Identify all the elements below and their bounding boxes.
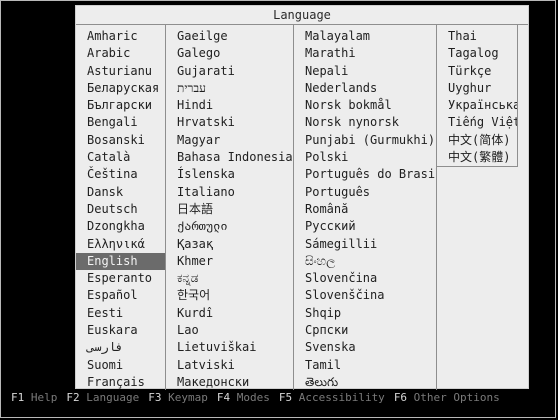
language-option[interactable]: Русский [294, 218, 436, 235]
language-option[interactable]: Malayalam [294, 28, 436, 45]
language-option[interactable]: Čeština [76, 166, 165, 183]
language-option[interactable]: Euskara [76, 322, 165, 339]
language-option[interactable]: Suomi [76, 357, 165, 374]
language-option[interactable]: עברית [166, 80, 293, 97]
language-option[interactable]: Esperanto [76, 270, 165, 287]
language-option[interactable]: 中文(简体) [437, 132, 517, 149]
language-option[interactable]: Bengali [76, 114, 165, 131]
language-option[interactable]: Português do Brasil [294, 166, 436, 183]
language-option[interactable]: Íslenska [166, 166, 293, 183]
language-option[interactable]: Български [76, 97, 165, 114]
language-option[interactable]: Қазақ [166, 236, 293, 253]
language-option[interactable]: Tiếng Việt [437, 114, 517, 131]
function-key-code: F2 [66, 391, 80, 404]
language-option[interactable]: Српски [294, 322, 436, 339]
function-key-f1[interactable]: F1 Help [11, 391, 57, 404]
function-key-f5[interactable]: F5 Accessibility [279, 391, 385, 404]
language-option[interactable]: Bahasa Indonesia [166, 149, 293, 166]
function-key-bar: F1 Help F2 Language F3 Keymap F4 Modes F5 Ac… [11, 391, 551, 405]
function-key-f3[interactable]: F3 Keymap [148, 391, 208, 404]
language-option[interactable]: Shqip [294, 305, 436, 322]
language-option[interactable]: Nederlands [294, 80, 436, 97]
language-column-3: Malayalam Marathi Nepali Nederlands Norsk bo… [294, 25, 437, 390]
function-key-f6[interactable]: F6 Other Options [394, 391, 500, 404]
function-key-label: Accessibility [292, 391, 385, 404]
dialog-title: Language [76, 6, 528, 25]
language-option[interactable]: Uyghur [437, 80, 517, 97]
language-option[interactable]: Punjabi (Gurmukhi) [294, 132, 436, 149]
language-option[interactable]: Dzongkha [76, 218, 165, 235]
language-column-2: Gaeilge Galego Gujarati עברית Hindi Hrvatski M… [166, 25, 294, 390]
language-option[interactable]: Thai [437, 28, 517, 45]
language-option[interactable]: Português [294, 184, 436, 201]
language-option[interactable]: Kurdî [166, 305, 293, 322]
language-option[interactable]: Deutsch [76, 201, 165, 218]
language-option[interactable]: Bosanski [76, 132, 165, 149]
language-option[interactable]: Gaeilge [166, 28, 293, 45]
language-option[interactable]: Slovenčina [294, 270, 436, 287]
language-option[interactable]: Khmer [166, 253, 293, 270]
language-option[interactable]: Español [76, 287, 165, 304]
function-key-f4[interactable]: F4 Modes [217, 391, 270, 404]
language-option[interactable]: Català [76, 149, 165, 166]
language-option[interactable]: Ελληνικά [76, 236, 165, 253]
function-key-code: F1 [11, 391, 25, 404]
function-key-label: Other Options [407, 391, 500, 404]
language-option[interactable]: Svenska [294, 339, 436, 356]
language-option[interactable]: Lietuviškai [166, 339, 293, 356]
language-option[interactable]: 日本語 [166, 201, 293, 218]
function-key-code: F5 [278, 391, 293, 404]
function-key-code: F4 [216, 391, 231, 404]
language-column-1: Amharic Arabic Asturianu Беларуская Българск… [76, 25, 166, 390]
language-option[interactable]: Amharic [76, 28, 165, 45]
language-option[interactable]: Македонски [166, 374, 293, 391]
language-option[interactable]: Nepali [294, 63, 436, 80]
language-option[interactable]: Galego [166, 45, 293, 62]
function-key-label: Modes [230, 391, 270, 404]
language-column-4: Thai Tagalog Türkçe Uyghur Українська Tiếng V… [437, 25, 518, 167]
function-key-label: Keymap [161, 391, 208, 404]
language-dialog: Language Amharic Arabic Asturianu Беларуска… [75, 5, 529, 390]
language-option[interactable]: Français [76, 374, 165, 391]
language-option[interactable]: Marathi [294, 45, 436, 62]
language-option[interactable]: Lao [166, 322, 293, 339]
language-option[interactable]: فارسی [76, 339, 165, 356]
language-option[interactable]: Türkçe [437, 63, 517, 80]
language-option[interactable]: ಕನ್ನಡ [166, 270, 293, 287]
language-option[interactable]: Slovenščina [294, 287, 436, 304]
function-key-code: F6 [393, 391, 408, 404]
language-option[interactable]: Tagalog [437, 45, 517, 62]
function-key-label: Language [79, 391, 140, 404]
language-option[interactable]: Sámegillii [294, 236, 436, 253]
language-option[interactable]: Asturianu [76, 63, 165, 80]
language-option[interactable]: ქართული [166, 218, 293, 235]
language-option[interactable]: Arabic [76, 45, 165, 62]
language-option[interactable]: Tamil [294, 357, 436, 374]
language-option[interactable]: Hrvatski [166, 114, 293, 131]
language-option[interactable]: Norsk bokmål [294, 97, 436, 114]
function-key-label: Help [24, 391, 58, 404]
language-option[interactable]: Українська [437, 97, 517, 114]
language-option[interactable]: Беларуская [76, 80, 165, 97]
language-option[interactable]: 한국어 [166, 287, 293, 304]
language-option[interactable]: Italiano [166, 184, 293, 201]
language-option[interactable]: 中文(繁體) [437, 149, 517, 166]
language-option[interactable]: Latviski [166, 357, 293, 374]
language-option[interactable]: Română [294, 201, 436, 218]
language-option[interactable]: සිංහල [294, 253, 436, 270]
language-option[interactable]: Norsk nynorsk [294, 114, 436, 131]
function-key-code: F3 [148, 391, 162, 404]
language-option[interactable]: Dansk [76, 184, 165, 201]
language-option-selected[interactable]: English [76, 252, 165, 271]
language-option[interactable]: Polski [294, 149, 436, 166]
language-option[interactable]: తెలుగు [294, 374, 436, 391]
language-option[interactable]: Gujarati [166, 63, 293, 80]
function-key-f2[interactable]: F2 Language [66, 391, 139, 404]
language-option[interactable]: Magyar [166, 132, 293, 149]
language-option[interactable]: Eesti [76, 305, 165, 322]
language-option[interactable]: Hindi [166, 97, 293, 114]
